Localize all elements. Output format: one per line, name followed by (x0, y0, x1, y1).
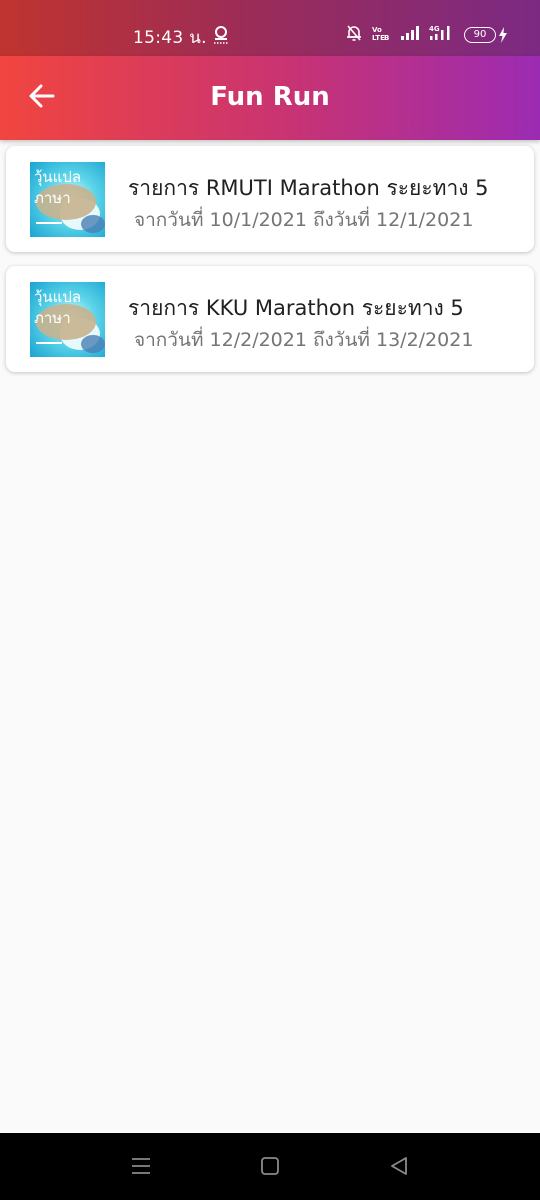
thumbnail-text: วุ้นแปล (34, 288, 82, 306)
event-title: รายการ RMUTI Marathon ระยะทาง 5 (128, 176, 489, 200)
event-card[interactable]: วุ้นแปล ภาษา รายการ KKU Marathon ระยะทาง… (6, 266, 534, 372)
thumbnail-text: ภาษา (34, 189, 71, 207)
bell-muted-icon (346, 24, 362, 46)
signal-icon (400, 25, 420, 45)
thumbnail-underline (36, 342, 62, 344)
menu-icon (131, 1157, 151, 1179)
svg-text:B: B (384, 34, 389, 42)
event-card[interactable]: วุ้นแปล ภาษา รายการ RMUTI Marathon ระยะท… (6, 146, 534, 252)
nav-menu-button[interactable] (126, 1153, 156, 1183)
battery-level: 90 (464, 27, 496, 43)
event-title: รายการ KKU Marathon ระยะทาง 5 (128, 296, 464, 320)
status-bar: 15:43 น. Vo LTE B 4G 90 (0, 0, 540, 56)
event-thumbnail: วุ้นแปล ภาษา (30, 282, 105, 357)
nav-home-button[interactable] (255, 1153, 285, 1183)
system-nav-bar (0, 1133, 540, 1200)
screen-cast-icon (213, 25, 229, 49)
event-dates: จากวันที่ 10/1/2021 ถึงวันที่ 12/1/2021 (134, 209, 474, 231)
svg-text:4G: 4G (429, 25, 440, 33)
signal-4g-icon: 4G (429, 24, 455, 46)
volte-icon: Vo LTE B (371, 24, 391, 46)
triangle-back-icon (389, 1156, 409, 1180)
thumbnail-text: วุ้นแปล (34, 168, 82, 186)
status-time: 15:43 น. (133, 28, 207, 48)
event-dates: จากวันที่ 12/2/2021 ถึงวันที่ 13/2/2021 (134, 329, 474, 351)
event-thumbnail: วุ้นแปล ภาษา (30, 162, 105, 237)
battery-icon: 90 (464, 27, 508, 43)
event-list: วุ้นแปล ภาษา รายการ RMUTI Marathon ระยะท… (6, 146, 534, 386)
app-bar: Fun Run (0, 56, 540, 140)
page-title: Fun Run (210, 82, 330, 112)
status-icons: Vo LTE B 4G 90 (346, 24, 508, 46)
thumbnail-text: ภาษา (34, 309, 71, 327)
svg-text:Vo: Vo (372, 26, 382, 34)
home-icon (260, 1156, 280, 1180)
thumbnail-underline (36, 222, 62, 224)
nav-back-button[interactable] (384, 1153, 414, 1183)
